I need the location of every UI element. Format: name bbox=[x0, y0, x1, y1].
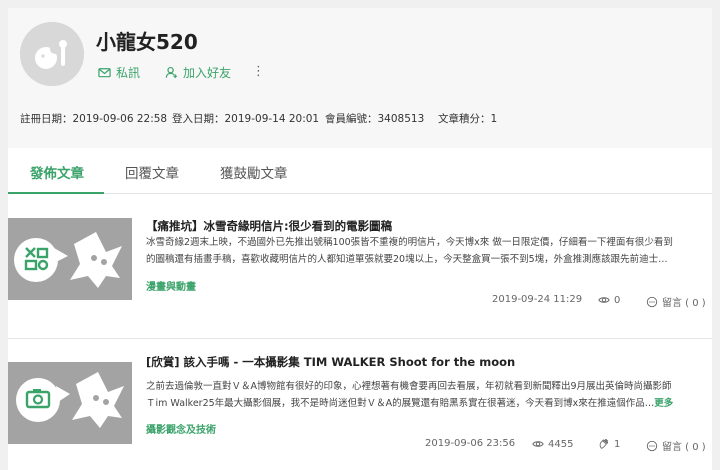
tab-replies[interactable]: 回覆文章 bbox=[125, 162, 179, 182]
page: 小龍女520 私訊 加入好友 ⋮ 註冊日期：2019-09-06 22:58 登… bbox=[8, 8, 712, 470]
likes-count: 1 bbox=[614, 438, 621, 450]
message-label: 私訊 bbox=[116, 66, 141, 80]
eye-icon bbox=[532, 441, 544, 447]
post-comments[interactable]: 留言 ( 0 ) bbox=[646, 438, 706, 453]
toys-icon bbox=[8, 218, 132, 300]
post-thumbnail[interactable] bbox=[8, 218, 132, 300]
post-title[interactable]: [欣賞] 該入手嗎 - 一本攝影集 TIM WALKER Shoot for t… bbox=[146, 354, 515, 370]
post-divider bbox=[8, 338, 712, 339]
post-date: 2019-09-06 23:56 bbox=[425, 438, 516, 449]
member-id: 會員編號：3408513 bbox=[325, 113, 425, 125]
post-date: 2019-09-24 11:29 bbox=[492, 294, 583, 305]
post-category[interactable]: 漫畫與動畫 bbox=[146, 278, 196, 293]
post-comments[interactable]: 留言 ( 0 ) bbox=[646, 294, 706, 309]
clap-icon bbox=[599, 438, 609, 449]
post-views: 4455 bbox=[532, 438, 573, 450]
comments-label: 留言 ( 0 ) bbox=[662, 298, 706, 309]
post-excerpt: 之前去過倫敦一直對Ｖ＆A博物館有很好的印象，心裡想著有機會要再回去看展，年初就看… bbox=[146, 378, 706, 412]
active-tab-indicator bbox=[8, 192, 104, 194]
add-friend-label: 加入好友 bbox=[183, 66, 232, 80]
post-excerpt-line: Ｔim Walker25年最大攝影個展，我不是時尚迷但對Ｖ＆A的展覽還有賠黑系實… bbox=[146, 398, 674, 409]
read-more-link[interactable]: 更多 bbox=[654, 398, 673, 409]
post-category[interactable]: 攝影觀念及技術 bbox=[146, 421, 216, 436]
last-login-date: 登入日期：2019-09-14 20:01 bbox=[172, 113, 320, 125]
avatar-placeholder-icon bbox=[20, 22, 84, 86]
post-excerpt-line: 之前去過倫敦一直對Ｖ＆A博物館有很好的印象，心裡想著有機會要再回去看展，年初就看… bbox=[146, 381, 672, 392]
eye-icon bbox=[598, 297, 610, 303]
views-count: 4455 bbox=[548, 438, 574, 450]
avatar bbox=[20, 22, 84, 86]
tab-published[interactable]: 發佈文章 bbox=[30, 162, 84, 182]
more-vertical-icon[interactable]: ⋮ bbox=[252, 64, 265, 80]
comment-icon bbox=[646, 296, 658, 307]
comment-icon bbox=[646, 440, 658, 451]
camera-icon bbox=[8, 362, 132, 444]
message-button[interactable]: 私訊 bbox=[98, 64, 140, 81]
user-add-icon bbox=[165, 66, 178, 79]
post-excerpt-line: 的圖稿還有插畫手稿，喜歡收藏明信片的人都知道單張就要20塊以上，今天整盒買一張不… bbox=[146, 254, 668, 265]
views-count: 0 bbox=[614, 294, 621, 306]
post-title[interactable]: 【痛推坑】冰雪奇緣明信片:很少看到的電影圖稿 bbox=[146, 218, 392, 234]
add-friend-button[interactable]: 加入好友 bbox=[165, 64, 231, 81]
post-excerpt-line: 冰雪奇緣2週末上映，不過國外已先推出號稱100張皆不重複的明信片，今天博x來 做… bbox=[146, 237, 673, 248]
post-excerpt: 冰雪奇緣2週末上映，不過國外已先推出號稱100張皆不重複的明信片，今天博x來 做… bbox=[146, 234, 706, 268]
profile-header: 小龍女520 私訊 加入好友 ⋮ 註冊日期：2019-09-06 22:58 登… bbox=[8, 8, 712, 148]
comments-label: 留言 ( 0 ) bbox=[662, 442, 706, 453]
username: 小龍女520 bbox=[96, 30, 198, 54]
post-thumbnail[interactable] bbox=[8, 362, 132, 444]
mail-icon bbox=[98, 68, 111, 78]
profile-tabs: 發佈文章 回覆文章 獲鼓勵文章 bbox=[8, 148, 712, 194]
registered-date: 註冊日期：2019-09-06 22:58 bbox=[20, 113, 168, 125]
post-views: 0 bbox=[598, 294, 620, 306]
tab-encouraged[interactable]: 獲鼓勵文章 bbox=[220, 162, 288, 182]
post-likes[interactable]: 1 bbox=[598, 438, 620, 450]
article-points: 文章積分：1 bbox=[438, 113, 498, 125]
